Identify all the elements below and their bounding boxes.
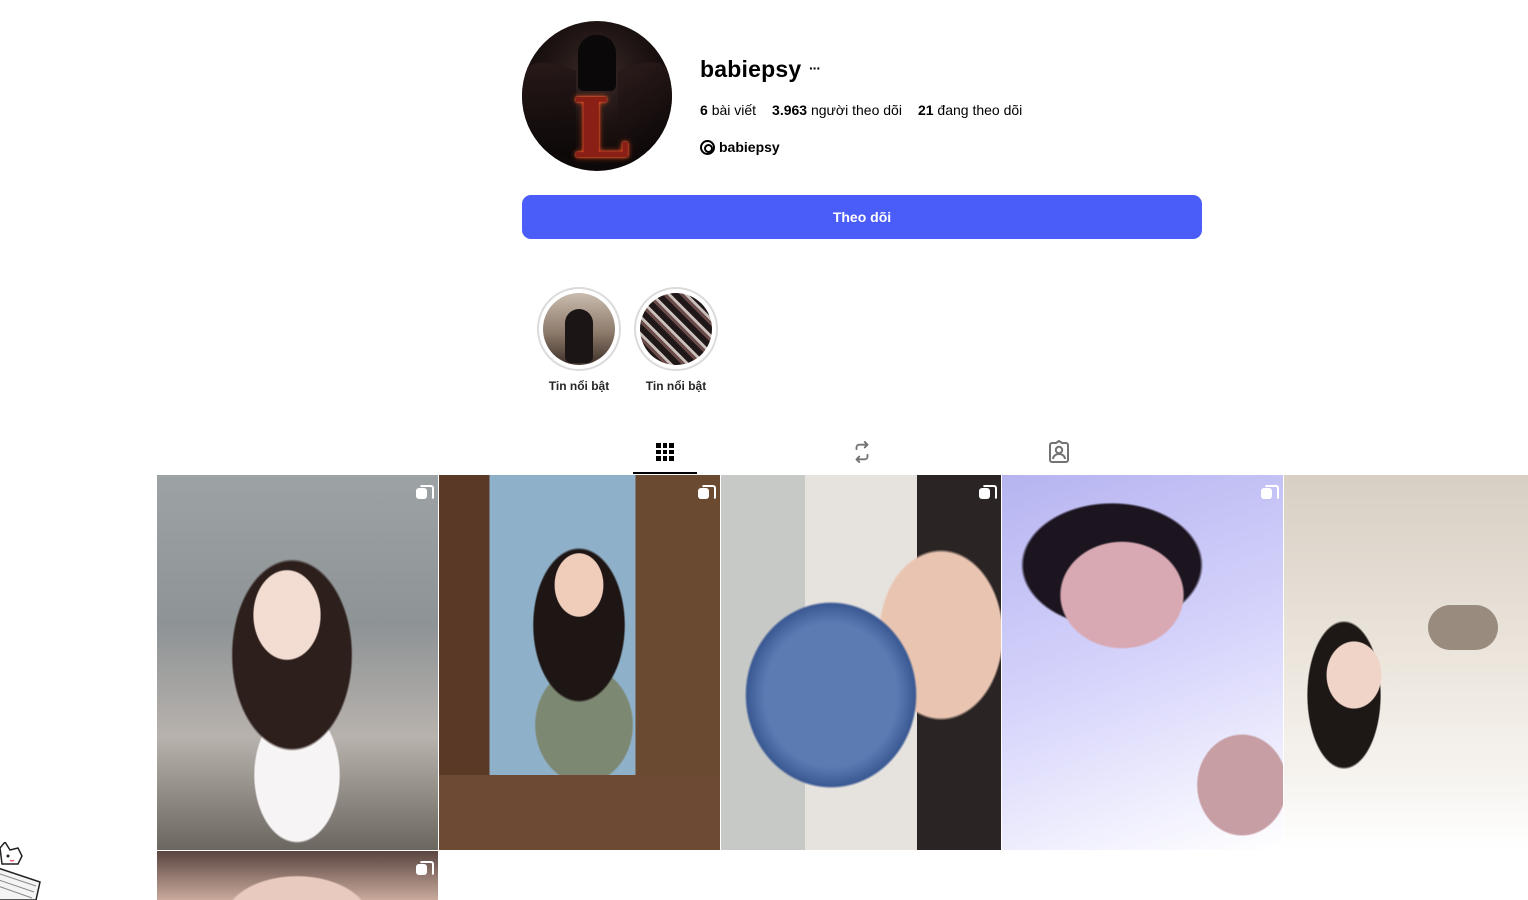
tab-tagged[interactable] [1027, 432, 1091, 472]
followers-count: 3.963 [772, 102, 808, 118]
avatar-letter: L [572, 81, 630, 171]
post-thumbnail[interactable] [157, 475, 438, 850]
highlight-cover [640, 293, 712, 365]
posts-count: 6 [700, 102, 708, 118]
avatar-art [522, 51, 576, 161]
multiple-images-icon [416, 485, 434, 500]
highlight-ring [634, 287, 718, 371]
multiple-images-icon [698, 485, 716, 500]
threads-link[interactable]: babiepsy [700, 139, 780, 155]
post-thumbnail[interactable] [721, 475, 1001, 850]
followers-stat[interactable]: 3.963 người theo dõi [772, 102, 902, 118]
follow-button[interactable]: Theo dõi [522, 195, 1202, 239]
post-thumbnail[interactable] [1002, 475, 1283, 850]
multiple-images-icon [416, 861, 434, 876]
highlight-ring [537, 287, 621, 371]
threads-handle: babiepsy [719, 139, 780, 155]
profile-stats: 6 bài viết 3.963 người theo dõi 21 đang … [700, 102, 1022, 118]
highlight-label: Tin nổi bật [645, 379, 707, 393]
profile-page: L babiepsy ··· 6 bài viết 3.963 người th… [0, 0, 1528, 900]
profile-avatar[interactable]: L [522, 21, 672, 171]
posts-stat: 6 bài viết [700, 102, 756, 118]
more-options-icon[interactable]: ··· [809, 60, 821, 76]
tagged-icon [1049, 440, 1069, 463]
highlight-item[interactable]: Tin nổi bật [537, 287, 621, 393]
post-thumbnail[interactable] [1284, 475, 1528, 850]
following-count: 21 [917, 102, 934, 118]
post-thumbnail[interactable] [439, 475, 720, 850]
highlight-item[interactable]: Tin nổi bật [634, 287, 718, 393]
threads-icon [700, 139, 715, 155]
multiple-images-icon [979, 485, 997, 500]
cat-sticker-icon [0, 842, 41, 900]
tab-reposts[interactable] [830, 432, 894, 472]
posts-label: bài viết [711, 102, 757, 118]
following-stat[interactable]: 21 đang theo dõi [918, 102, 1022, 118]
grid-icon [656, 443, 674, 461]
tab-posts[interactable] [633, 432, 697, 474]
highlight-cover [543, 293, 615, 365]
repost-icon [855, 441, 869, 463]
highlight-label: Tin nổi bật [548, 379, 610, 393]
followers-label: người theo dõi [810, 102, 902, 118]
post-thumbnail[interactable] [157, 851, 438, 900]
profile-username: babiepsy [700, 56, 802, 82]
following-label: đang theo dõi [937, 102, 1023, 118]
multiple-images-icon [1261, 485, 1279, 500]
